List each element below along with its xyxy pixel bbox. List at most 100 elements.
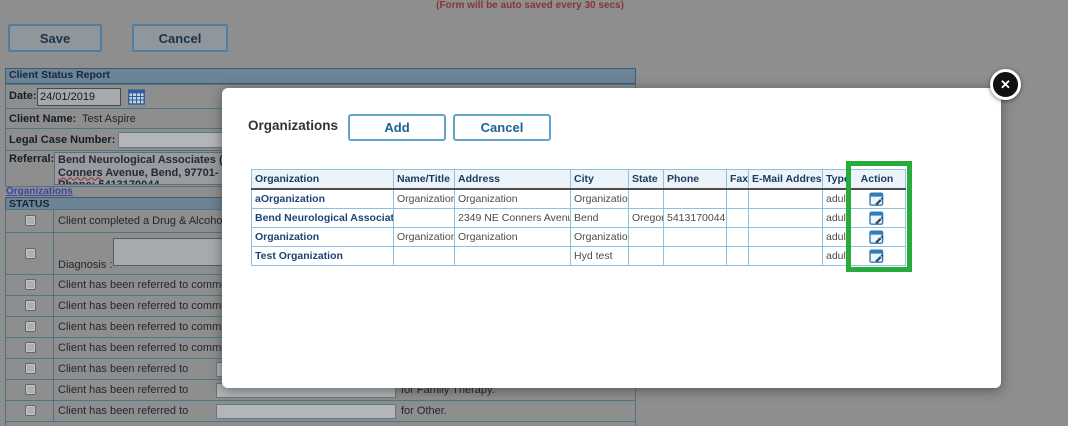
table-row: Organization Organization Organization Orga… xyxy=(251,227,906,247)
status-checkbox[interactable] xyxy=(25,363,36,374)
column-header: State xyxy=(628,169,664,190)
cell-state xyxy=(628,227,664,247)
table-row: aOrganization Organization Organization Org… xyxy=(251,188,906,209)
cell-city: Hyd test xyxy=(570,246,629,266)
cell-organization: aOrganization xyxy=(251,188,394,209)
cell-phone: 5413170044 xyxy=(663,208,727,228)
cell-organization: Bend Neurological Associates xyxy=(251,208,394,228)
cell-organization: Test Organization xyxy=(251,246,394,266)
cell-phone xyxy=(663,227,727,247)
cell-name-title xyxy=(393,246,455,266)
cell-fax xyxy=(726,227,749,247)
referred-to-input[interactable] xyxy=(216,404,396,419)
checkbox-cell xyxy=(6,380,54,400)
date-input[interactable] xyxy=(37,88,121,106)
status-row-suffix: for Other. xyxy=(401,405,447,417)
column-header: City xyxy=(570,169,629,190)
form-title: Client Status Report xyxy=(9,69,110,81)
add-button-label: Add xyxy=(384,120,410,135)
cell-fax xyxy=(726,246,749,266)
cell-email xyxy=(748,246,823,266)
cell-address: 2349 NE Conners Avenue xyxy=(454,208,571,228)
cell-fax xyxy=(726,188,749,209)
cell-city: Bend xyxy=(570,208,629,228)
checkbox-cell xyxy=(6,359,54,379)
cell-type: adult xyxy=(822,246,849,266)
referral-misspelled-word: Conners xyxy=(58,166,103,179)
cancel-button-label: Cancel xyxy=(158,30,202,46)
cell-state: Oregon xyxy=(628,208,664,228)
column-header: E-Mail Address xyxy=(748,169,823,190)
status-checkbox[interactable] xyxy=(25,300,36,311)
checkbox-cell xyxy=(6,210,54,232)
cancel-button[interactable]: Cancel xyxy=(132,24,228,52)
dialog-cancel-button[interactable]: Cancel xyxy=(453,114,551,141)
table-row: Test Organization Hyd test adult xyxy=(251,246,906,266)
column-header: Type xyxy=(822,169,849,190)
cell-name-title xyxy=(393,208,455,228)
cell-type: adult xyxy=(822,208,849,228)
status-checkbox[interactable] xyxy=(25,342,36,353)
diagnosis-label: Diagnosis : xyxy=(58,259,113,271)
status-checkbox[interactable] xyxy=(25,247,36,259)
status-checkbox[interactable] xyxy=(25,321,36,332)
cell-email xyxy=(748,188,823,209)
autosave-note: (Form will be auto saved every 30 secs) xyxy=(436,0,624,11)
status-row-text: Client has been referred to xyxy=(58,363,189,375)
cell-phone xyxy=(663,246,727,266)
close-icon[interactable]: ✕ xyxy=(990,69,1021,100)
table-header-row: Organization Name/Title Address City State Ph… xyxy=(251,169,906,190)
status-checkbox[interactable] xyxy=(25,215,36,226)
column-header: Organization xyxy=(251,169,394,190)
status-checkbox[interactable] xyxy=(25,279,36,290)
save-button[interactable]: Save xyxy=(8,24,102,52)
cell-city: Organization xyxy=(570,227,629,247)
cell-state xyxy=(628,188,664,209)
status-row-with-input: Client has been referred to for Other. xyxy=(5,400,636,422)
add-button[interactable]: Add xyxy=(348,114,446,141)
cell-fax xyxy=(726,208,749,228)
referral-line3: Phone: 5413170044 xyxy=(58,179,160,185)
cell-phone xyxy=(663,188,727,209)
column-header: Phone xyxy=(663,169,727,190)
status-row-partial xyxy=(5,421,636,426)
status-row-text: Client has been referred to comme xyxy=(58,342,228,354)
action-column-highlight xyxy=(846,161,912,272)
calendar-icon[interactable] xyxy=(128,89,145,105)
dialog-cancel-label: Cancel xyxy=(480,120,524,135)
status-row-text: Client has been referred to xyxy=(58,384,189,396)
checkbox-cell xyxy=(6,275,54,295)
cell-address: Organization xyxy=(454,188,571,209)
cell-email xyxy=(748,208,823,228)
cell-address: Organization xyxy=(454,227,571,247)
cell-type: adult xyxy=(822,188,849,209)
checkbox-cell xyxy=(6,338,54,358)
status-checkbox[interactable] xyxy=(25,405,36,416)
checkbox-cell xyxy=(6,317,54,337)
legal-case-label: Legal Case Number: xyxy=(9,134,116,146)
cell-address xyxy=(454,246,571,266)
referral-line1: Bend Neurological Associates ( xyxy=(58,154,223,166)
status-checkbox[interactable] xyxy=(25,384,36,395)
cell-state xyxy=(628,246,664,266)
organizations-table-body: aOrganization Organization Organization Org… xyxy=(251,188,906,266)
organizations-link[interactable]: Organizations xyxy=(6,186,73,197)
cell-organization: Organization xyxy=(251,227,394,247)
status-row-text: Client completed a Drug & Alcohol xyxy=(58,215,225,227)
client-name-label: Client Name: xyxy=(9,113,77,125)
table-row: Bend Neurological Associates 2349 NE Conn… xyxy=(251,208,906,228)
client-status-report-page: (Form will be auto saved every 30 secs) … xyxy=(0,0,1068,426)
organizations-table: Organization Name/Title Address City State Ph… xyxy=(251,169,906,266)
checkbox-cell xyxy=(6,296,54,316)
form-title-bar: Client Status Report xyxy=(5,68,636,84)
status-row-text: Client has been referred to xyxy=(58,405,189,417)
column-header: Address xyxy=(454,169,571,190)
cell-email xyxy=(748,227,823,247)
cell-name-title: Organization xyxy=(393,227,455,247)
checkbox-cell xyxy=(6,401,54,421)
save-button-label: Save xyxy=(39,30,71,46)
legal-case-input[interactable] xyxy=(118,132,236,148)
referral-label: Referral: xyxy=(9,153,55,165)
status-row-text: Client has been referred to comme xyxy=(58,321,228,333)
cell-city: Organization xyxy=(570,188,629,209)
